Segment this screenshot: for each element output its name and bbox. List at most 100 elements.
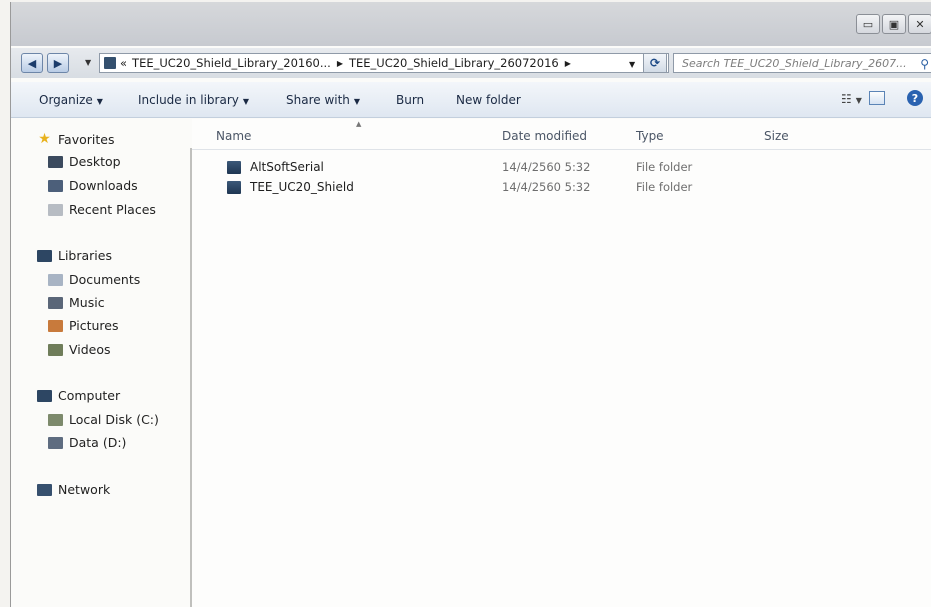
sidebar-item-label: Libraries: [58, 248, 112, 263]
sidebar-item-downloads[interactable]: Downloads: [48, 178, 138, 193]
sidebar-item-label: Music: [69, 295, 105, 310]
chevron-down-icon: ▼: [96, 97, 103, 106]
sidebar-item-label: Videos: [69, 342, 111, 357]
computer-icon: [37, 389, 52, 402]
sidebar-item-label: Recent Places: [69, 202, 156, 217]
address-row: ◀ ▶ ▼ « TEE_UC20_Shield_Library_20160...…: [11, 48, 931, 78]
table-row[interactable]: TEE_UC20_Shield 14/4/2560 5:32 File fold…: [192, 179, 931, 197]
sidebar-item-recent-places[interactable]: Recent Places: [48, 202, 156, 217]
column-header-type[interactable]: Type: [636, 129, 664, 143]
sidebar-item-documents[interactable]: Documents: [48, 272, 140, 287]
title-bar: ▭ ▣ ✕: [11, 2, 931, 46]
sidebar-item-computer[interactable]: Computer: [37, 388, 120, 403]
folder-icon: [227, 161, 241, 174]
column-header-label: Size: [764, 129, 789, 143]
breadcrumb-separator-icon[interactable]: ▶: [337, 59, 343, 68]
file-type: File folder: [636, 160, 693, 174]
new-folder-button[interactable]: New folder: [456, 93, 521, 107]
new-folder-label: New folder: [456, 93, 521, 107]
back-arrow-icon: ◀: [27, 56, 37, 70]
navigation-pane: ★ Favorites Desktop Downloads Recent Pla…: [11, 119, 189, 607]
sidebar-item-local-disk[interactable]: Local Disk (C:): [48, 412, 159, 427]
close-button[interactable]: ✕: [908, 14, 931, 34]
file-name: AltSoftSerial: [250, 160, 324, 174]
sidebar-item-favorites[interactable]: ★ Favorites: [37, 131, 114, 147]
sidebar-item-music[interactable]: Music: [48, 295, 105, 310]
column-header-date-modified[interactable]: Date modified: [502, 129, 587, 143]
table-row[interactable]: AltSoftSerial 14/4/2560 5:32 File folder: [192, 159, 931, 177]
sidebar-item-libraries[interactable]: Libraries: [37, 248, 112, 263]
recent-places-icon: [48, 203, 63, 216]
sidebar-item-pictures[interactable]: Pictures: [48, 318, 119, 333]
burn-label: Burn: [396, 93, 425, 107]
column-header-label: Date modified: [502, 129, 588, 143]
desktop-icon: [48, 155, 63, 168]
address-bar[interactable]: « TEE_UC20_Shield_Library_20160... ▶ TEE…: [99, 53, 669, 73]
sidebar-item-label: Documents: [69, 272, 141, 287]
column-header-name[interactable]: Name: [216, 129, 251, 143]
refresh-icon: ⟳: [649, 56, 661, 70]
pictures-icon: [48, 319, 63, 332]
breadcrumb-separator-icon[interactable]: ▶: [565, 59, 571, 68]
column-header-size[interactable]: Size: [764, 129, 789, 143]
breadcrumb-item[interactable]: TEE_UC20_Shield_Library_26072016: [349, 56, 559, 70]
share-with-button[interactable]: Share with ▼: [286, 93, 360, 107]
help-icon[interactable]: ?: [907, 90, 923, 106]
sidebar-item-desktop[interactable]: Desktop: [48, 154, 121, 169]
breadcrumb-item[interactable]: TEE_UC20_Shield_Library_20160...: [132, 56, 331, 70]
share-with-label: Share with: [286, 93, 350, 107]
refresh-button[interactable]: ⟳: [643, 53, 667, 73]
organize-label: Organize: [39, 93, 93, 107]
folder-icon: [227, 181, 241, 194]
explorer-window: ▭ ▣ ✕ ◀ ▶ ▼ « TEE_UC20_Shield_Library_20…: [10, 2, 931, 607]
minimize-button[interactable]: ▭: [856, 14, 880, 34]
chevron-down-icon: ▼: [242, 97, 250, 106]
sidebar-item-data-drive[interactable]: Data (D:): [48, 435, 126, 450]
folder-location-icon: [104, 57, 116, 69]
star-icon: ★: [38, 131, 51, 147]
videos-icon: [48, 343, 63, 356]
sidebar-item-network[interactable]: Network: [37, 482, 110, 497]
view-list-icon: ☷: [841, 92, 852, 106]
sidebar-item-label: Computer: [58, 388, 121, 403]
sidebar-item-videos[interactable]: Videos: [48, 342, 111, 357]
libraries-icon: [37, 249, 52, 262]
window-controls: ▭ ▣ ✕: [856, 14, 931, 34]
sidebar-item-label: Desktop: [69, 154, 121, 169]
file-name: TEE_UC20_Shield: [250, 180, 354, 194]
address-overflow[interactable]: «: [120, 56, 127, 70]
sidebar-item-label: Pictures: [69, 318, 119, 333]
organize-button[interactable]: Organize ▼: [39, 93, 103, 107]
sort-ascending-icon: ▲: [356, 120, 362, 128]
search-placeholder: Search TEE_UC20_Shield_Library_2607...: [682, 56, 907, 70]
column-header-label: Name: [216, 129, 252, 143]
network-icon: [37, 483, 52, 496]
file-date-modified: 14/4/2560 5:32: [502, 160, 591, 174]
maximize-button[interactable]: ▣: [882, 14, 906, 34]
chevron-down-icon: ▼: [353, 97, 361, 106]
sidebar-item-label: Downloads: [69, 178, 138, 193]
forward-button[interactable]: ▶: [47, 53, 69, 73]
sidebar-item-label: Data (D:): [69, 435, 127, 450]
file-type: File folder: [636, 180, 693, 194]
include-in-library-label: Include in library: [138, 93, 239, 107]
include-in-library-button[interactable]: Include in library ▼: [138, 93, 249, 107]
column-header-label: Type: [636, 129, 664, 143]
documents-icon: [48, 273, 63, 286]
preview-pane-icon[interactable]: [869, 91, 885, 105]
command-bar: Organize ▼ Include in library ▼ Share with…: [11, 82, 931, 118]
burn-button[interactable]: Burn: [396, 93, 424, 107]
back-button[interactable]: ◀: [21, 53, 43, 73]
header-divider: [192, 149, 931, 150]
change-view-button[interactable]: ☷ ▼: [841, 92, 862, 106]
music-icon: [48, 296, 63, 309]
chevron-down-icon: ▼: [855, 96, 862, 105]
address-dropdown-icon[interactable]: ▼: [629, 60, 635, 69]
downloads-icon: [48, 179, 63, 192]
drive-icon: [48, 436, 63, 449]
forward-arrow-icon: ▶: [53, 56, 63, 70]
sidebar-item-label: Network: [58, 482, 111, 497]
recent-pages-dropdown[interactable]: ▼: [85, 58, 91, 67]
search-icon[interactable]: ⚲: [920, 57, 929, 71]
search-input[interactable]: Search TEE_UC20_Shield_Library_2607... ⚲: [673, 53, 931, 73]
